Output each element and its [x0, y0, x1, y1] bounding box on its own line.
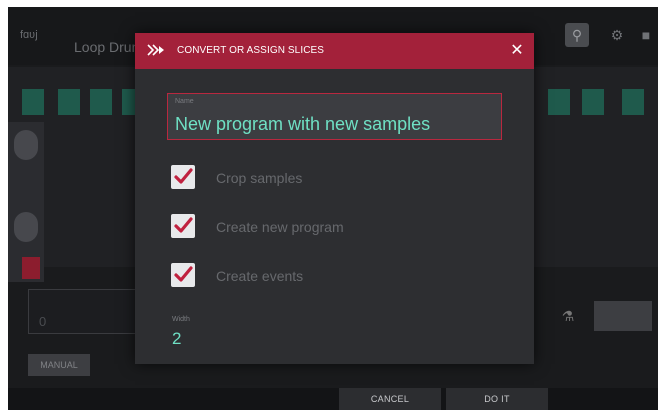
option-label: Crop samples: [216, 170, 303, 186]
name-field-label: Name: [175, 98, 194, 105]
check-icon: [174, 168, 193, 184]
checkbox-create-events[interactable]: [171, 263, 195, 287]
waveform-blob: [14, 212, 38, 242]
app-logo: fɑʋj: [20, 29, 38, 41]
dialog-title: CONVERT OR ASSIGN SLICES: [177, 45, 325, 56]
value-field-text: 0: [39, 314, 47, 329]
manual-button[interactable]: MANUAL: [28, 354, 90, 376]
option-label: Create new program: [216, 219, 344, 235]
waveform-blob: [14, 130, 38, 160]
slice-marker: [22, 257, 40, 279]
app-title: Loop Drum: [74, 39, 144, 55]
pad[interactable]: [582, 89, 604, 115]
name-field-value: New program with new samples: [175, 114, 431, 134]
checkbox-crop-samples[interactable]: [171, 165, 195, 189]
option-label: Create events: [216, 268, 304, 284]
menu-icon[interactable]: ■: [634, 23, 658, 47]
pad[interactable]: [58, 89, 80, 115]
slice-arrow-icon: [147, 42, 167, 60]
cancel-button[interactable]: CANCEL: [339, 388, 441, 410]
check-icon: [174, 217, 193, 233]
checkbox-create-new-program[interactable]: [171, 214, 195, 238]
side-button[interactable]: [594, 301, 652, 331]
convert-slices-dialog: CONVERT OR ASSIGN SLICES ✕ Name New prog…: [135, 33, 534, 364]
pad[interactable]: [90, 89, 112, 115]
pad[interactable]: [548, 89, 570, 115]
check-icon: [174, 266, 193, 282]
gear-icon[interactable]: ⚙: [605, 23, 629, 47]
pad[interactable]: [622, 89, 644, 115]
width-value[interactable]: 2: [172, 329, 181, 349]
search-icon[interactable]: ⚲: [565, 23, 589, 47]
name-field[interactable]: Name New program with new samples: [167, 93, 502, 140]
do-it-button[interactable]: DO IT: [446, 388, 548, 410]
screen: fɑʋj Loop Drum ⚲ ⚙ ■ 0 MANUAL ⚗ CANCEL D…: [8, 7, 658, 410]
pad[interactable]: [22, 89, 44, 115]
value-field[interactable]: 0: [28, 289, 140, 334]
figure-icon[interactable]: ⚗: [552, 303, 584, 329]
bottom-action-bar: CANCEL DO IT: [8, 388, 658, 410]
width-label: Width: [172, 316, 190, 323]
close-icon[interactable]: ✕: [506, 40, 528, 62]
dialog-header: CONVERT OR ASSIGN SLICES ✕: [135, 33, 534, 69]
